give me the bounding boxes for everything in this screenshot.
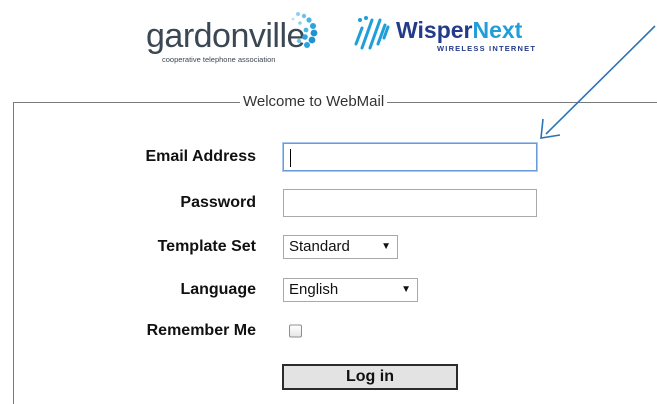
password-row: Password — [14, 187, 644, 219]
email-address-input[interactable] — [283, 143, 537, 171]
webmail-login-page: gardonville cooperative telephone associ… — [0, 0, 657, 404]
gardonville-logo: gardonville cooperative telephone associ… — [146, 8, 326, 70]
email-address-label: Email Address — [145, 148, 256, 165]
remember-me-checkbox[interactable] — [289, 324, 302, 338]
login-button-row: Log in — [14, 361, 644, 393]
gardonville-tagline: cooperative telephone association — [162, 55, 276, 64]
template-set-row: Template Set Standard ▼ — [14, 231, 644, 263]
template-set-control: Standard ▼ — [283, 235, 398, 259]
logo-bar: gardonville cooperative telephone associ… — [0, 0, 657, 88]
wisper-name-part2: Next — [472, 17, 523, 43]
dropdown-arrow-icon: ▼ — [381, 241, 391, 252]
language-row: Language English ▼ — [14, 274, 644, 306]
login-button[interactable]: Log in — [282, 364, 458, 390]
login-fieldset: Welcome to WebMail Email Address Passwor… — [13, 93, 657, 404]
wisper-wave-icon — [354, 16, 390, 50]
gardonville-dots-icon — [291, 12, 318, 48]
language-selected: English — [289, 281, 339, 298]
wisper-name-part1: Wisper — [396, 17, 473, 43]
password-control — [283, 189, 537, 217]
language-select[interactable]: English ▼ — [283, 278, 418, 302]
email-address-control — [283, 143, 537, 171]
wisper-next-wordmark: WisperNext — [396, 17, 522, 43]
password-input[interactable] — [283, 189, 537, 217]
dropdown-arrow-icon: ▼ — [401, 284, 411, 295]
template-set-label: Template Set — [157, 238, 256, 255]
wisper-subtitle: WIRELESS INTERNET — [437, 44, 537, 53]
password-label: Password — [180, 194, 256, 211]
remember-me-control — [289, 324, 302, 338]
login-button-control: Log in — [282, 364, 458, 390]
template-set-select[interactable]: Standard ▼ — [283, 235, 398, 259]
remember-me-row: Remember Me — [14, 315, 644, 347]
remember-me-label: Remember Me — [146, 322, 256, 339]
template-set-selected: Standard — [289, 238, 350, 255]
email-row: Email Address — [14, 141, 644, 173]
login-legend: Welcome to WebMail — [240, 93, 388, 111]
language-label: Language — [180, 281, 256, 298]
wisper-next-logo: WisperNext WIRELESS INTERNET — [352, 14, 552, 64]
text-caret — [290, 149, 291, 167]
language-control: English ▼ — [283, 278, 418, 302]
